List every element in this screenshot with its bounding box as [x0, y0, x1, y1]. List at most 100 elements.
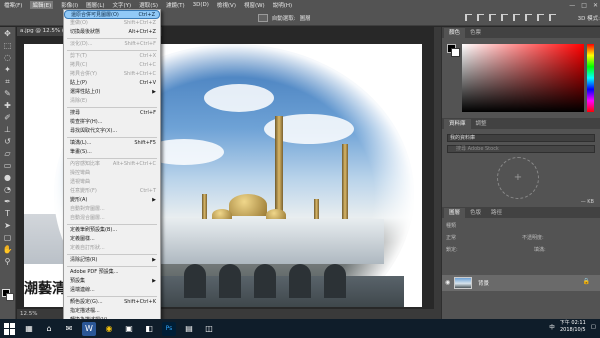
edit-menu-item[interactable]: 切換最後狀態 Alt+Ctrl+Z: [64, 28, 160, 37]
history-brush-icon[interactable]: ↺: [2, 137, 14, 147]
zoom-icon[interactable]: ⚲: [2, 257, 14, 267]
move-icon[interactable]: ✥: [2, 29, 14, 39]
edit-menu-item[interactable]: 筆畫(S)...: [64, 148, 160, 157]
marquee-icon[interactable]: ⬚: [2, 41, 14, 51]
tab-swatches[interactable]: 色票: [465, 28, 486, 38]
menu-layer[interactable]: 圖層(L): [86, 1, 104, 9]
eraser-icon[interactable]: ▱: [2, 149, 14, 159]
align-left-icon[interactable]: [464, 14, 472, 21]
blend-mode-select[interactable]: 正常: [446, 234, 456, 241]
menu-select[interactable]: 選取(S): [139, 1, 158, 9]
menu-view[interactable]: 檢視(V): [217, 1, 236, 9]
align-bottom-icon[interactable]: [524, 14, 532, 21]
layer-kind-filter[interactable]: 種類: [446, 222, 456, 229]
edit-menu-item[interactable]: 顏色設定(G)... Shift+Ctrl+K: [64, 298, 160, 307]
tab-channels[interactable]: 色版: [465, 208, 486, 218]
align-right-icon[interactable]: [488, 14, 496, 21]
lasso-icon[interactable]: ◌: [2, 53, 14, 63]
align-top-icon[interactable]: [500, 14, 508, 21]
task-view-icon[interactable]: ▦: [22, 322, 36, 336]
notification-icon[interactable]: ▢: [591, 324, 596, 330]
brush-icon[interactable]: ✐: [2, 113, 14, 123]
edit-menu-item[interactable]: 尋找與取代文字(X)...: [64, 127, 160, 136]
background-color-swatch[interactable]: [6, 293, 14, 301]
layer-row[interactable]: ◉ 背景 🔒: [442, 275, 600, 291]
edit-menu-item[interactable]: 預設集 ▶: [64, 277, 160, 286]
hue-slider[interactable]: [587, 44, 594, 112]
crop-icon[interactable]: ⌗: [2, 77, 14, 87]
menu-file[interactable]: 檔案(F): [4, 1, 22, 9]
menu-item-label: 定義圖樣...: [70, 236, 95, 242]
mail-icon[interactable]: ✉: [62, 322, 76, 336]
menu-item-label: 貼上(P): [70, 80, 87, 86]
close-button[interactable]: ✕: [593, 2, 598, 9]
align-center-icon[interactable]: [476, 14, 484, 21]
edit-menu-item[interactable]: 定義筆刷預設集(B)...: [64, 226, 160, 235]
auto-select-checkbox[interactable]: [257, 13, 268, 22]
pen-icon[interactable]: ✒: [2, 197, 14, 207]
stamp-icon[interactable]: ⊥: [2, 125, 14, 135]
tab-libraries[interactable]: 資料庫: [444, 119, 471, 129]
edit-menu-item[interactable]: Adobe PDF 預設集...: [64, 268, 160, 277]
tab-paths[interactable]: 路徑: [486, 208, 507, 218]
gradient-icon[interactable]: ▭: [2, 161, 14, 171]
magic-wand-icon[interactable]: ✦: [2, 65, 14, 75]
edit-menu-item[interactable]: 貼上(P) Ctrl+V: [64, 79, 160, 88]
windows-start-icon[interactable]: [4, 322, 16, 335]
chrome-icon[interactable]: ◉: [102, 322, 116, 336]
app-icon[interactable]: ▣: [122, 322, 136, 336]
shape-icon[interactable]: ▢: [2, 233, 14, 243]
background-swatch[interactable]: [451, 48, 460, 57]
stock-search-input[interactable]: 搜尋 Adobe Stock: [447, 145, 595, 153]
edit-menu-item[interactable]: 填滿(L)... Shift+F5: [64, 139, 160, 148]
menu-3d[interactable]: 3D(D): [193, 2, 209, 8]
app-icon[interactable]: ▤: [182, 322, 196, 336]
distribute-icon[interactable]: [536, 14, 544, 21]
edit-menu-item[interactable]: 檢查拼字(H)...: [64, 118, 160, 127]
edit-menu-item[interactable]: 搜尋 Ctrl+F: [64, 109, 160, 118]
photoshop-icon[interactable]: Ps: [162, 321, 176, 336]
word-icon[interactable]: W: [82, 321, 96, 336]
menu-window[interactable]: 視窗(W): [244, 1, 265, 9]
library-select[interactable]: 我的資料庫: [447, 134, 595, 142]
path-select-icon[interactable]: ➤: [2, 221, 14, 231]
dodge-icon[interactable]: ◔: [2, 185, 14, 195]
tab-adjustments[interactable]: 調整: [471, 119, 492, 129]
tab-color[interactable]: 顏色: [444, 28, 466, 38]
edit-menu-item[interactable]: 遠端連線...: [64, 286, 160, 295]
blur-icon[interactable]: ●: [2, 173, 14, 183]
app-icon[interactable]: ◧: [142, 322, 156, 336]
ime-indicator[interactable]: 中: [549, 323, 555, 331]
minimize-button[interactable]: —: [569, 2, 575, 9]
hand-icon[interactable]: ✋: [2, 245, 14, 255]
edit-menu-item[interactable]: 還原合併可見圖層(O) Ctrl+Z: [64, 10, 160, 19]
file-explorer-icon[interactable]: ⌂: [42, 322, 56, 336]
color-spectrum[interactable]: [462, 44, 584, 112]
align-middle-icon[interactable]: [512, 14, 520, 21]
edit-menu-item[interactable]: 清除記憶(R) ▶: [64, 256, 160, 265]
app-icon[interactable]: ◫: [202, 322, 216, 336]
tab-layers[interactable]: 圖層: [444, 208, 466, 218]
healing-icon[interactable]: ✚: [2, 101, 14, 111]
type-icon[interactable]: T: [2, 209, 14, 219]
edit-menu-item[interactable]: 指定描述檔...: [64, 307, 160, 316]
menu-image[interactable]: 影像(I): [61, 1, 78, 9]
edit-menu-item[interactable]: 變形(A) ▶: [64, 196, 160, 205]
menu-help[interactable]: 說明(H): [273, 1, 292, 9]
distribute-h-icon[interactable]: [548, 14, 556, 21]
visibility-eye-icon[interactable]: ◉: [445, 279, 450, 286]
edit-menu-item[interactable]: 選擇性貼上(I) ▶: [64, 88, 160, 97]
layers-panel-tabs: 圖層 色版 路徑: [442, 207, 600, 218]
edit-menu-item[interactable]: 定義圖樣...: [64, 235, 160, 244]
submenu-arrow-icon: ▶: [152, 278, 156, 284]
menu-edit[interactable]: 編輯(E): [30, 1, 54, 9]
auto-select-target[interactable]: 圖層: [300, 14, 311, 22]
panel-collapse-strip[interactable]: [434, 27, 442, 319]
eyedropper-icon[interactable]: ✎: [2, 89, 14, 99]
clock[interactable]: 下午 02:11 2018/10/5: [560, 320, 586, 334]
menu-type[interactable]: 文字(Y): [113, 1, 132, 9]
maximize-button[interactable]: □: [581, 2, 587, 9]
menu-filter[interactable]: 濾鏡(T): [166, 1, 185, 9]
add-content-icon[interactable]: +: [497, 157, 539, 199]
edit-menu-item: 內容感知比率 Alt+Shift+Ctrl+C: [64, 160, 160, 169]
